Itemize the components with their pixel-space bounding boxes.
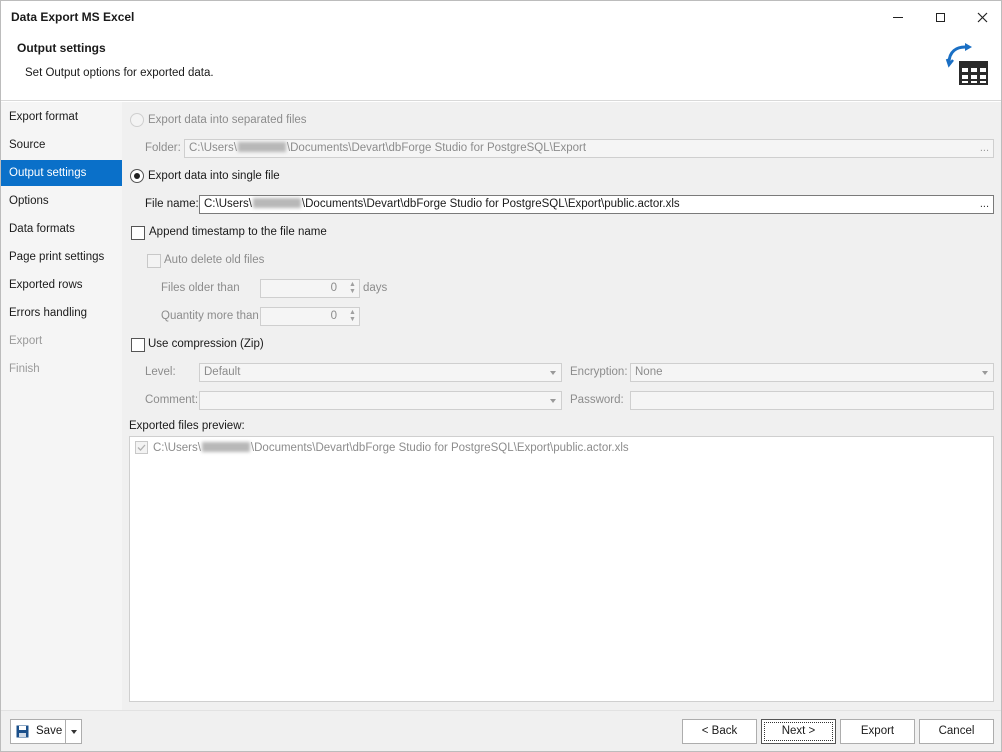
save-button[interactable]: Save: [10, 719, 66, 744]
back-label: < Back: [701, 725, 738, 737]
maximize-icon: [935, 12, 945, 22]
redacted-username: [201, 442, 250, 452]
chevron-down-icon: [71, 730, 77, 734]
single-file-label: Export data into single file: [148, 170, 280, 182]
file-name-field[interactable]: C:\Users\ \Documents\Devart\dbForge Studi…: [199, 195, 994, 214]
wizard-footer: Save < Back Next > Export Cancel: [1, 710, 1001, 751]
page-header: Output settings Set Output options for e…: [1, 33, 1001, 101]
files-older-stepper[interactable]: 0 ▲ ▼: [260, 279, 360, 298]
auto-delete-checkbox[interactable]: [147, 254, 161, 268]
file-browse-icon[interactable]: ...: [980, 196, 989, 213]
maximize-button[interactable]: [919, 1, 961, 33]
file-path-end: \Documents\Devart\dbForge Studio for Pos…: [301, 198, 680, 210]
preview-file-checkbox[interactable]: [135, 441, 148, 454]
sidebar-item-source[interactable]: Source: [1, 132, 122, 158]
encryption-label: Encryption:: [570, 366, 628, 378]
quantity-spin[interactable]: ▲ ▼: [348, 309, 357, 323]
page-description: Set Output options for exported data.: [25, 67, 214, 79]
spin-up-icon[interactable]: ▲: [348, 281, 357, 288]
cancel-label: Cancel: [938, 725, 975, 737]
focus-ring: [764, 722, 833, 741]
sidebar-item-export: Export: [9, 335, 43, 347]
save-icon: [16, 725, 29, 738]
export-label: Export: [860, 725, 895, 737]
close-icon: [977, 12, 987, 22]
quantity-value: 0: [330, 310, 337, 322]
spin-up-icon[interactable]: ▲: [348, 309, 357, 316]
spin-down-icon[interactable]: ▼: [348, 288, 357, 295]
comment-field[interactable]: [199, 391, 562, 410]
days-label: days: [363, 282, 388, 294]
use-compression-checkbox[interactable]: [131, 338, 145, 352]
quantity-label: Quantity more than: [161, 310, 259, 322]
export-table-icon: [945, 43, 988, 85]
chevron-down-icon: [550, 399, 556, 403]
sidebar-item-page-print-settings[interactable]: Page print settings: [1, 244, 122, 270]
append-timestamp-checkbox[interactable]: [131, 226, 145, 240]
quantity-stepper[interactable]: 0 ▲ ▼: [260, 307, 360, 326]
sidebar-item-export-format[interactable]: Export format: [1, 104, 122, 130]
chevron-down-icon: [982, 371, 988, 375]
folder-path-end: \Documents\Devart\dbForge Studio for Pos…: [286, 142, 587, 154]
redacted-username: [237, 142, 286, 152]
auto-delete-label: Auto delete old files: [164, 254, 265, 266]
sidebar-item-errors-handling[interactable]: Errors handling: [1, 300, 122, 326]
minimize-button[interactable]: [877, 1, 919, 33]
sidebar-item-data-formats[interactable]: Data formats: [1, 216, 122, 242]
back-button[interactable]: < Back: [682, 719, 757, 744]
redacted-username: [252, 198, 301, 208]
window-title: Data Export MS Excel: [11, 10, 135, 24]
page-title: Output settings: [17, 41, 106, 55]
export-button[interactable]: Export: [840, 719, 915, 744]
folder-browse-icon[interactable]: ...: [980, 140, 989, 157]
preview-path-end: \Documents\Devart\dbForge Studio for Pos…: [250, 442, 629, 454]
folder-label: Folder:: [145, 142, 181, 154]
spin-down-icon[interactable]: ▼: [348, 316, 357, 323]
folder-field[interactable]: C:\Users\ \Documents\Devart\dbForge Studi…: [184, 139, 994, 158]
sidebar-item-finish: Finish: [9, 363, 40, 375]
cancel-button[interactable]: Cancel: [919, 719, 994, 744]
files-older-label: Files older than: [161, 282, 240, 294]
use-compression-label: Use compression (Zip): [148, 338, 264, 350]
sidebar-item-output-settings[interactable]: Output settings: [1, 160, 122, 186]
separate-files-label: Export data into separated files: [148, 114, 307, 126]
file-name-label: File name:: [145, 198, 199, 210]
output-settings-panel: Export data into separated files Folder:…: [122, 102, 1001, 710]
title-bar: Data Export MS Excel: [1, 1, 1001, 33]
preview-label: Exported files preview:: [129, 420, 245, 432]
export-wizard-window: Data Export MS Excel Output settings Set…: [0, 0, 1002, 752]
append-timestamp-label: Append timestamp to the file name: [149, 226, 327, 238]
radio-selected-dot: [134, 173, 140, 179]
password-field[interactable]: [630, 391, 994, 410]
files-older-value: 0: [330, 282, 337, 294]
level-value: Default: [204, 366, 241, 378]
wizard-steps-sidebar: Export format Source Output settings Opt…: [1, 102, 122, 710]
comment-label: Comment:: [145, 394, 199, 406]
close-button[interactable]: [961, 1, 1002, 33]
separate-files-radio[interactable]: [130, 113, 144, 127]
encryption-select[interactable]: None: [630, 363, 994, 382]
sidebar-item-options[interactable]: Options: [1, 188, 122, 214]
password-label: Password:: [570, 394, 624, 406]
preview-file-path: C:\Users\ \Documents\Devart\dbForge Studi…: [153, 442, 629, 454]
encryption-value: None: [635, 366, 663, 378]
folder-path-start: C:\Users\: [189, 142, 237, 154]
single-file-radio[interactable]: [130, 169, 144, 183]
chevron-down-icon: [550, 371, 556, 375]
files-older-spin[interactable]: ▲ ▼: [348, 281, 357, 295]
file-path-start: C:\Users\: [204, 198, 252, 210]
next-button[interactable]: Next >: [761, 719, 836, 744]
checkmark-icon: [137, 444, 146, 451]
level-label: Level:: [145, 366, 176, 378]
exported-files-preview: C:\Users\ \Documents\Devart\dbForge Studi…: [129, 436, 994, 702]
save-dropdown-button[interactable]: [65, 719, 82, 744]
level-select[interactable]: Default: [199, 363, 562, 382]
save-label: Save: [36, 725, 63, 737]
sidebar-item-exported-rows[interactable]: Exported rows: [1, 272, 122, 298]
preview-path-start: C:\Users\: [153, 442, 201, 454]
minimize-icon: [893, 16, 903, 18]
